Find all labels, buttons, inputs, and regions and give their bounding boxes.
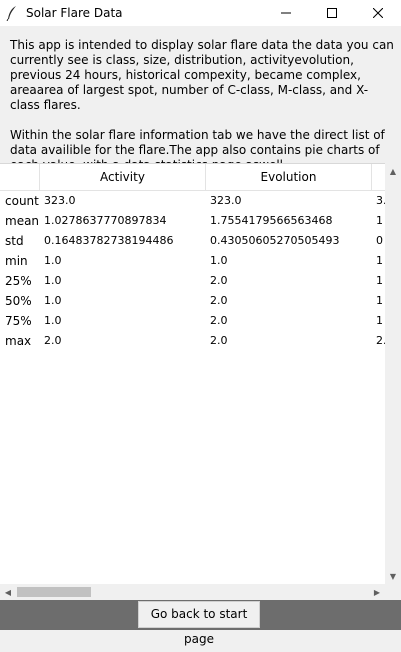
- activity-cell: 1.0278637770897834: [44, 214, 167, 227]
- maximize-icon: [327, 8, 337, 18]
- scroll-right-icon[interactable]: ▶: [369, 584, 385, 600]
- table-body: count 323.0 323.0 3. mean 1.027863777089…: [0, 191, 385, 351]
- column-header-evolution[interactable]: Evolution: [206, 164, 372, 190]
- evolution-cell: 1.7554179566563468: [210, 214, 333, 227]
- statistics-table[interactable]: Activity Evolution count 323.0 323.0 3. …: [0, 163, 385, 585]
- row-label: 25%: [5, 274, 32, 288]
- scroll-down-icon[interactable]: ▼: [385, 568, 401, 584]
- minimize-icon: [281, 12, 291, 14]
- column-header-index[interactable]: [0, 164, 40, 190]
- next-cell: 1: [376, 294, 383, 307]
- table-row[interactable]: 50% 1.0 2.0 1: [0, 291, 385, 311]
- intro-text: This app is intended to display solar fl…: [10, 38, 395, 173]
- evolution-cell: 2.0: [210, 274, 228, 287]
- minimize-button[interactable]: [263, 0, 309, 26]
- evolution-cell: 323.0: [210, 194, 242, 207]
- scroll-up-icon[interactable]: ▲: [385, 163, 401, 179]
- window-title: Solar Flare Data: [26, 6, 123, 20]
- row-label: mean: [5, 214, 40, 228]
- evolution-cell: 0.430506052705054​93: [210, 234, 340, 247]
- scroll-left-icon[interactable]: ◀: [0, 584, 16, 600]
- evolution-cell: 2.0: [210, 314, 228, 327]
- next-cell: 0: [376, 234, 383, 247]
- activity-cell: 323.0: [44, 194, 76, 207]
- column-header-next[interactable]: [372, 164, 385, 190]
- column-header-activity[interactable]: Activity: [40, 164, 206, 190]
- horizontal-scroll-thumb[interactable]: [17, 587, 91, 597]
- row-label: max: [5, 334, 32, 348]
- window-controls: [263, 0, 401, 26]
- next-cell: 2.: [376, 334, 385, 347]
- close-icon: [373, 8, 383, 18]
- back-to-start-button[interactable]: Go back to start page: [138, 601, 260, 646]
- row-label: 50%: [5, 294, 32, 308]
- table-row[interactable]: max 2.0 2.0 2.: [0, 331, 385, 351]
- feather-icon: [2, 0, 22, 26]
- table-row[interactable]: 75% 1.0 2.0 1: [0, 311, 385, 331]
- evolution-cell: 2.0: [210, 294, 228, 307]
- table-row[interactable]: mean 1.0278637770897834 1.75541795665634…: [0, 211, 385, 231]
- row-label: std: [5, 234, 24, 248]
- activity-cell: 0.16483782738194486: [44, 234, 174, 247]
- row-label: min: [5, 254, 28, 268]
- row-label: count: [5, 194, 39, 208]
- next-cell: 1: [376, 214, 383, 227]
- table-header: Activity Evolution: [0, 164, 385, 191]
- table-row[interactable]: 25% 1.0 2.0 1: [0, 271, 385, 291]
- activity-cell: 2.0: [44, 334, 62, 347]
- next-cell: 1: [376, 254, 383, 267]
- horizontal-scrollbar[interactable]: ◀ ▶: [0, 584, 385, 600]
- intro-paragraph-1: This app is intended to display solar fl…: [10, 38, 398, 112]
- close-button[interactable]: [355, 0, 401, 26]
- evolution-cell: 2.0: [210, 334, 228, 347]
- vertical-scrollbar[interactable]: ▲ ▼: [385, 163, 401, 584]
- activity-cell: 1.0: [44, 294, 62, 307]
- next-cell: 1: [376, 314, 383, 327]
- next-cell: 3.: [376, 194, 385, 207]
- title-bar: Solar Flare Data: [0, 0, 401, 26]
- table-row[interactable]: count 323.0 323.0 3.: [0, 191, 385, 211]
- maximize-button[interactable]: [309, 0, 355, 26]
- row-label: 75%: [5, 314, 32, 328]
- next-cell: 1: [376, 274, 383, 287]
- activity-cell: 1.0: [44, 314, 62, 327]
- activity-cell: 1.0: [44, 274, 62, 287]
- scrollbar-corner: [385, 584, 401, 600]
- table-row[interactable]: std 0.16483782738194486 0.43050605270505…: [0, 231, 385, 251]
- evolution-cell: 1.0: [210, 254, 228, 267]
- table-row[interactable]: min 1.0 1.0 1: [0, 251, 385, 271]
- activity-cell: 1.0: [44, 254, 62, 267]
